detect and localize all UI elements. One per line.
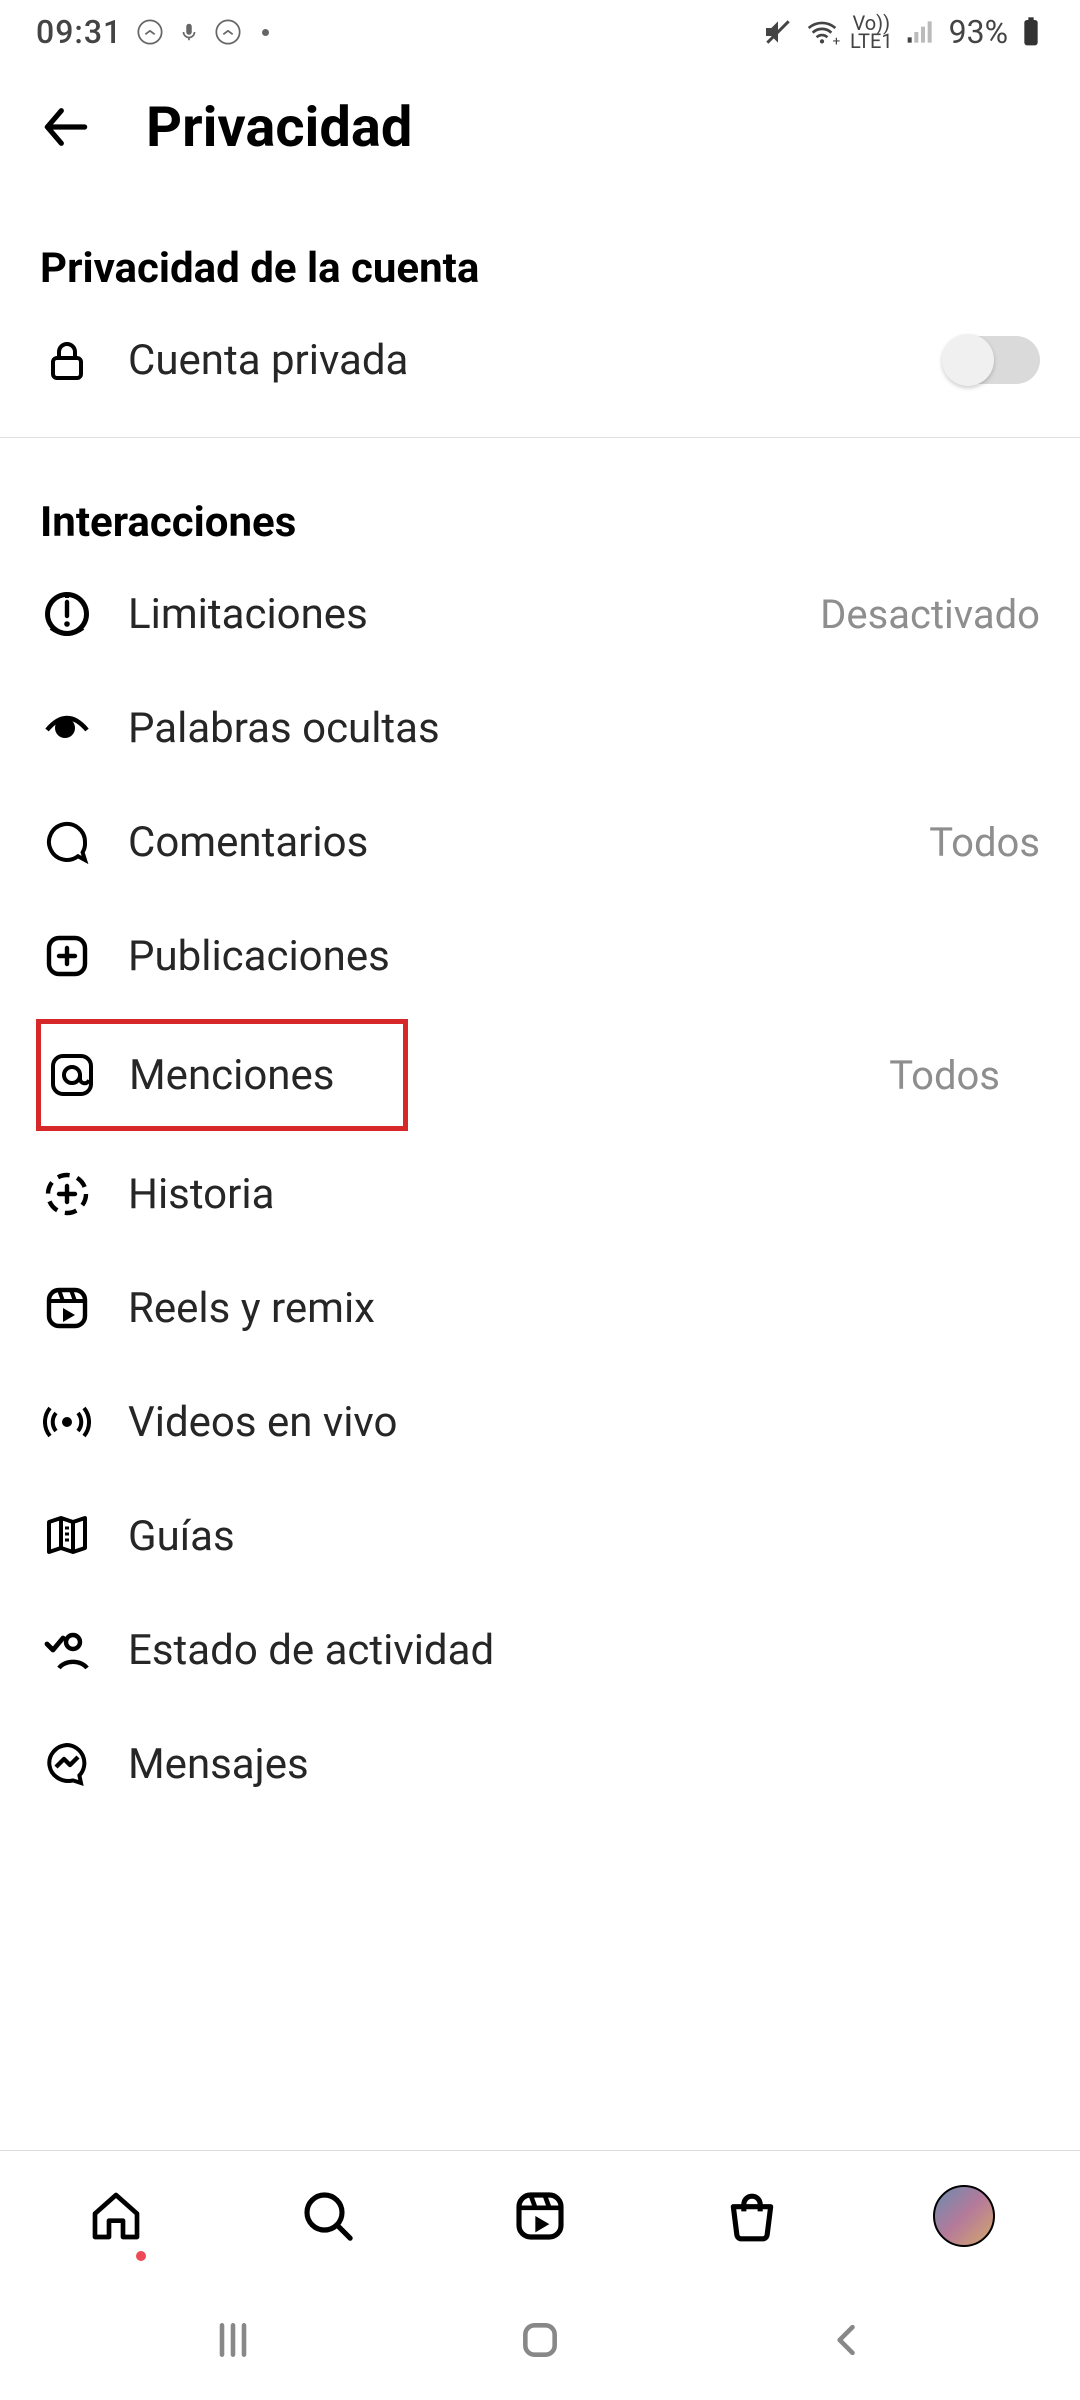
- status-bar: 09:31 + Vo))LTE1 93%: [0, 0, 1080, 64]
- row-live[interactable]: Videos en vivo: [0, 1365, 1080, 1479]
- eye-icon: [40, 701, 94, 755]
- system-nav: [0, 2280, 1080, 2400]
- hidden-words-label: Palabras ocultas: [128, 704, 1040, 753]
- private-account-label: Cuenta privada: [128, 336, 910, 385]
- page-title: Privacidad: [146, 94, 412, 160]
- comments-value: Todos: [929, 819, 1040, 866]
- reels-icon: [40, 1281, 94, 1335]
- row-limits[interactable]: Limitaciones Desactivado: [0, 557, 1080, 671]
- sys-back-icon: [825, 2318, 869, 2362]
- search-icon: [300, 2188, 356, 2244]
- content: Privacidad de la cuenta Cuenta privada I…: [0, 184, 1080, 2150]
- private-account-toggle[interactable]: [944, 336, 1040, 384]
- back-button[interactable]: [36, 97, 96, 157]
- messenger-icon: [40, 1737, 94, 1791]
- svg-text:+: +: [833, 34, 840, 48]
- mute-icon: [762, 16, 794, 48]
- volte-icon: Vo))LTE1: [850, 14, 893, 50]
- battery-percent: 93%: [949, 13, 1008, 51]
- signal-icon: [903, 16, 939, 48]
- sys-recents[interactable]: [203, 2310, 263, 2370]
- shop-icon: [724, 2188, 780, 2244]
- status-dot-icon: [262, 29, 269, 36]
- section-title-interactions: Interacciones: [0, 438, 1080, 557]
- nav-reels[interactable]: [505, 2181, 575, 2251]
- story-label: Historia: [128, 1170, 1040, 1219]
- recents-icon: [211, 2318, 255, 2362]
- clock-icon-2: [214, 18, 242, 46]
- live-label: Videos en vivo: [128, 1398, 1040, 1447]
- activity-label: Estado de actividad: [128, 1626, 1040, 1675]
- limits-label: Limitaciones: [128, 590, 786, 639]
- sys-home-icon: [518, 2318, 562, 2362]
- avatar: [933, 2185, 995, 2247]
- status-left: 09:31: [36, 13, 269, 51]
- guides-icon: [40, 1509, 94, 1563]
- header: Privacidad: [0, 64, 1080, 184]
- section-title-account: Privacidad de la cuenta: [0, 184, 1080, 303]
- reels-nav-icon: [512, 2188, 568, 2244]
- nav-home[interactable]: [81, 2181, 151, 2251]
- limits-icon: [40, 587, 94, 641]
- comments-label: Comentarios: [128, 818, 895, 867]
- mic-icon: [178, 18, 200, 46]
- story-icon: [40, 1167, 94, 1221]
- mentions-label: Menciones: [129, 1051, 395, 1100]
- notification-dot-icon: [136, 2251, 146, 2261]
- home-icon: [88, 2188, 144, 2244]
- nav-search[interactable]: [293, 2181, 363, 2251]
- guides-label: Guías: [128, 1512, 1040, 1561]
- row-mentions[interactable]: Menciones Todos: [0, 1013, 1080, 1137]
- sys-home[interactable]: [510, 2310, 570, 2370]
- activity-icon: [40, 1623, 94, 1677]
- at-icon: [45, 1048, 99, 1102]
- mentions-value: Todos: [889, 1052, 1000, 1099]
- row-posts[interactable]: Publicaciones: [0, 899, 1080, 1013]
- status-time: 09:31: [36, 13, 122, 51]
- row-story[interactable]: Historia: [0, 1137, 1080, 1251]
- row-messages[interactable]: Mensajes: [0, 1707, 1080, 1821]
- live-icon: [40, 1395, 94, 1449]
- row-private-account[interactable]: Cuenta privada: [0, 303, 1080, 417]
- toggle-knob: [942, 334, 994, 386]
- row-activity-status[interactable]: Estado de actividad: [0, 1593, 1080, 1707]
- status-right: + Vo))LTE1 93%: [762, 13, 1044, 51]
- row-guides[interactable]: Guías: [0, 1479, 1080, 1593]
- row-hidden-words[interactable]: Palabras ocultas: [0, 671, 1080, 785]
- clock-icon: [136, 18, 164, 46]
- nav-shop[interactable]: [717, 2181, 787, 2251]
- arrow-left-icon: [38, 99, 94, 155]
- bottom-nav: [0, 2150, 1080, 2280]
- row-comments[interactable]: Comentarios Todos: [0, 785, 1080, 899]
- posts-label: Publicaciones: [128, 932, 1040, 981]
- limits-value: Desactivado: [820, 591, 1040, 638]
- plus-square-icon: [40, 929, 94, 983]
- nav-profile[interactable]: [929, 2181, 999, 2251]
- wifi-icon: +: [804, 16, 840, 48]
- messages-label: Mensajes: [128, 1740, 1040, 1789]
- sys-back[interactable]: [817, 2310, 877, 2370]
- row-reels[interactable]: Reels y remix: [0, 1251, 1080, 1365]
- comment-icon: [40, 815, 94, 869]
- reels-label: Reels y remix: [128, 1284, 1040, 1333]
- battery-icon: [1018, 16, 1044, 48]
- lock-icon: [40, 333, 94, 387]
- highlight-box: Menciones: [36, 1019, 408, 1131]
